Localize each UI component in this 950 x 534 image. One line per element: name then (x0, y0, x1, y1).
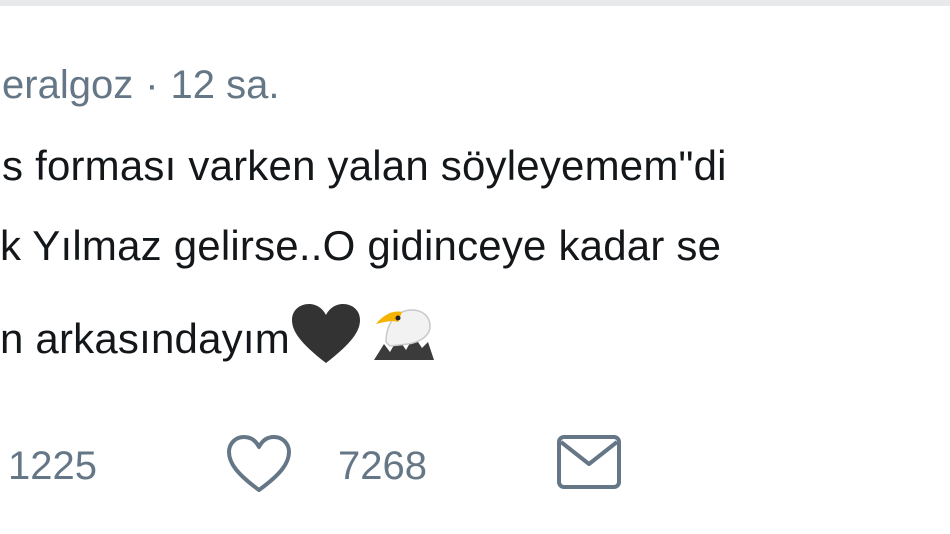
message-icon[interactable] (556, 434, 622, 495)
tweet-text-line-1: s forması varken yalan söyleyemem"di (2, 142, 727, 189)
top-divider (0, 0, 950, 6)
black-heart-icon (290, 303, 362, 375)
username[interactable]: eralgoz (2, 63, 133, 108)
tweet-header: eralgoz · 12 sa. (2, 60, 280, 110)
tweet-text-line-3-text: n arkasındayım (0, 315, 290, 362)
separator-dot: · (145, 62, 159, 107)
like-count: 7268 (338, 444, 427, 488)
tweet-text-line-2: k Yılmaz gelirse..O gidinceye kadar se (0, 222, 722, 269)
like-icon[interactable] (225, 434, 293, 501)
timestamp[interactable]: 12 sa. (171, 63, 280, 108)
tweet-actions: 1225 7268 (0, 430, 950, 500)
eagle-icon (368, 302, 438, 376)
retweet-count: 1225 (8, 444, 97, 488)
tweet-text-line-3: n arkasındayım (0, 302, 438, 376)
